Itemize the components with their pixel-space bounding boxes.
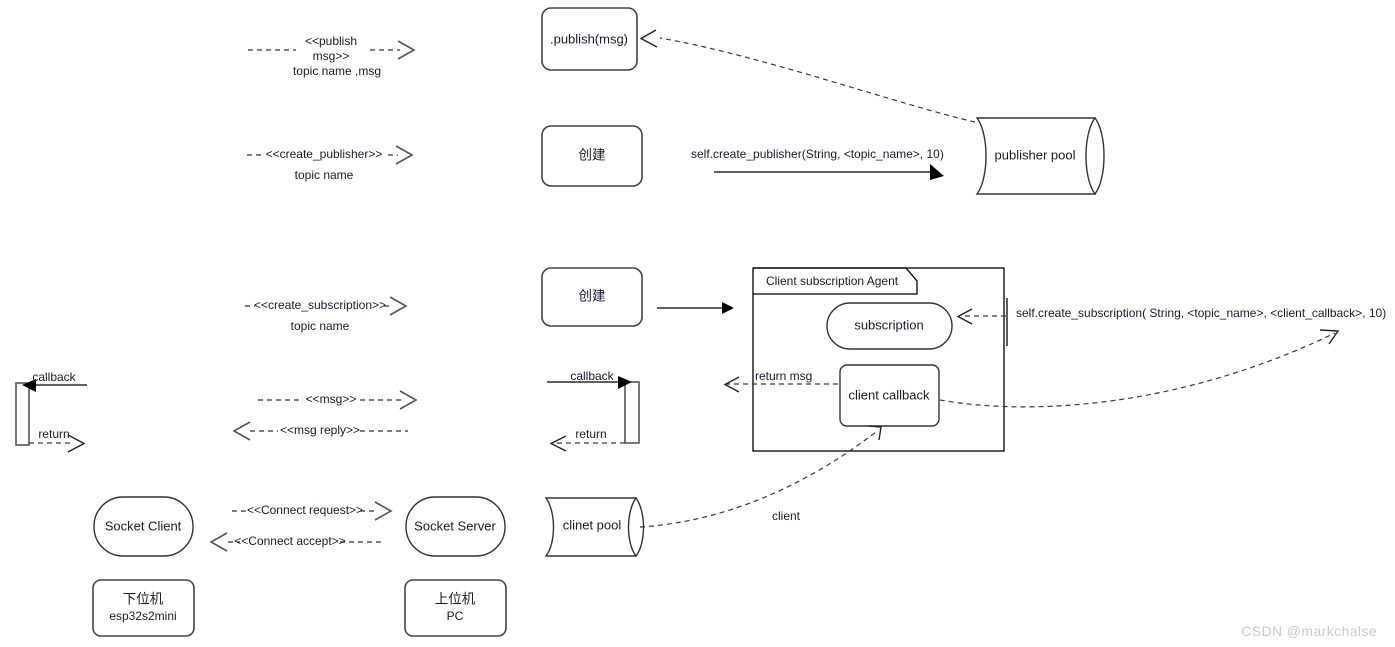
node-device-upper-label-line1: 上位机 bbox=[435, 592, 476, 607]
node-agent-frame-label: Client subscription Agent bbox=[766, 274, 899, 288]
activation-bar-middle bbox=[624, 381, 640, 444]
activation-bar-left bbox=[15, 382, 30, 446]
node-client-pool-label: clinet pool bbox=[563, 517, 622, 532]
node-socket-client-label: Socket Client bbox=[105, 518, 182, 533]
node-client-callback-label: client callback bbox=[849, 387, 930, 402]
callback-middle-label: callback bbox=[570, 369, 614, 383]
connect-request-label: <<Connect request>> bbox=[247, 503, 363, 517]
return-left-label: return bbox=[38, 427, 69, 441]
node-create-subscription-label: 创建 bbox=[579, 289, 606, 304]
arrow-create-subscription-to-agent bbox=[657, 302, 734, 314]
arrow-create-publisher-to-pool bbox=[714, 164, 944, 180]
node-subscription-label: subscription bbox=[854, 317, 923, 332]
create-publisher-stereotype: <<create_publisher>> bbox=[266, 147, 383, 161]
link-client-callback-to-code bbox=[939, 329, 1340, 408]
diagram-canvas: <<publish msg>> topic name ,msg .publish… bbox=[0, 0, 1395, 647]
node-publisher-pool-label: publisher pool bbox=[995, 147, 1076, 162]
node-device-upper-label-line2: PC bbox=[447, 609, 464, 623]
create-subscription-stereotype: <<create_subscription>> bbox=[254, 298, 386, 312]
return-middle-label: return bbox=[575, 427, 606, 441]
node-device-lower[interactable] bbox=[92, 579, 195, 637]
publish-stereotype-line2: msg>> bbox=[313, 49, 350, 63]
link-publisher-pool-to-publish bbox=[639, 29, 976, 123]
publish-args: topic name ,msg bbox=[293, 64, 381, 78]
connect-accept-label: <<Connect accept>> bbox=[234, 534, 345, 548]
node-socket-server-label: Socket Server bbox=[414, 518, 496, 533]
node-device-upper[interactable] bbox=[404, 579, 507, 637]
create-publisher-args: topic name bbox=[295, 168, 354, 182]
watermark: CSDN @markchalse bbox=[1241, 623, 1377, 639]
link-code-to-subscription bbox=[956, 308, 1006, 325]
client-link-label: client bbox=[772, 509, 801, 523]
code-call-create-publisher: self.create_publisher(String, <topic_nam… bbox=[691, 147, 944, 161]
link-client-pool-to-callback bbox=[639, 425, 882, 528]
msg-reply-label: <<msg reply>> bbox=[280, 423, 360, 437]
code-call-create-subscription: self.create_subscription( String, <topic… bbox=[1016, 306, 1386, 320]
node-publish-box-label: .publish(msg) bbox=[550, 31, 628, 46]
node-device-lower-label-line2: esp32s2mini bbox=[109, 609, 176, 623]
callback-left-label: callback bbox=[32, 370, 76, 384]
create-subscription-args: topic name bbox=[291, 319, 350, 333]
node-create-publisher-label: 创建 bbox=[579, 148, 606, 163]
publish-stereotype-line1: <<publish bbox=[305, 34, 357, 48]
msg-label: <<msg>> bbox=[306, 392, 357, 406]
node-device-lower-label-line1: 下位机 bbox=[123, 592, 164, 607]
return-msg-label: return msg bbox=[755, 369, 812, 383]
